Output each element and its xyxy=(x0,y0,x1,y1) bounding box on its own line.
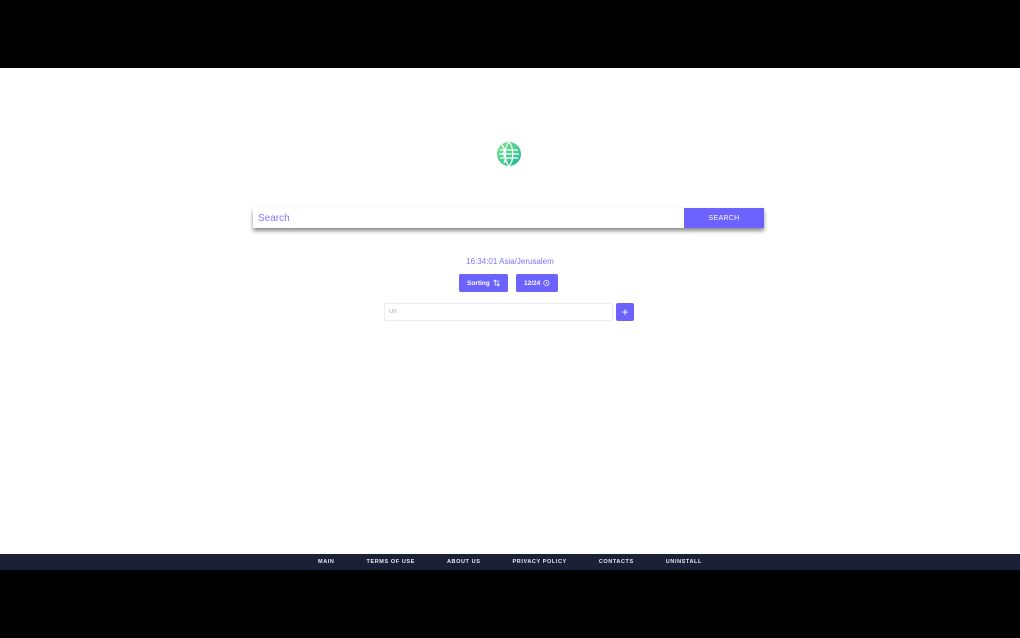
control-buttons: Sorting 12/24 xyxy=(459,274,558,292)
url-input[interactable] xyxy=(384,303,613,321)
add-bookmark-row: + xyxy=(384,303,634,321)
sorting-button[interactable]: Sorting xyxy=(459,274,508,292)
footer-link-privacy[interactable]: PRIVACY POLICY xyxy=(512,559,566,565)
search-button[interactable]: SEARCH xyxy=(684,208,764,228)
letterbox-bottom xyxy=(0,570,1020,638)
search-bar: SEARCH xyxy=(253,208,764,228)
clock-text: 16:34:01 Asia/Jerusalem xyxy=(466,257,554,266)
clock-icon xyxy=(543,279,550,287)
page: SEARCH 16:34:01 Asia/Jerusalem Sorting 1… xyxy=(0,68,1020,554)
sorting-label: Sorting xyxy=(467,279,490,287)
footer: MAIN TERMS OF USE ABOUT US PRIVACY POLIC… xyxy=(0,554,1020,570)
footer-link-contacts[interactable]: CONTACTS xyxy=(599,559,634,565)
letterbox-top xyxy=(0,0,1020,68)
sort-arrows-icon xyxy=(493,279,500,287)
footer-link-main[interactable]: MAIN xyxy=(318,559,334,565)
time-format-label: 12/24 xyxy=(524,279,541,287)
time-format-button[interactable]: 12/24 xyxy=(516,274,558,292)
footer-link-uninstall[interactable]: UNINSTALL xyxy=(666,559,702,565)
footer-link-about[interactable]: ABOUT US xyxy=(447,559,481,565)
add-button[interactable]: + xyxy=(616,303,634,321)
search-input[interactable] xyxy=(253,208,684,228)
globe-icon xyxy=(496,141,522,167)
footer-link-terms[interactable]: TERMS OF USE xyxy=(367,559,415,565)
